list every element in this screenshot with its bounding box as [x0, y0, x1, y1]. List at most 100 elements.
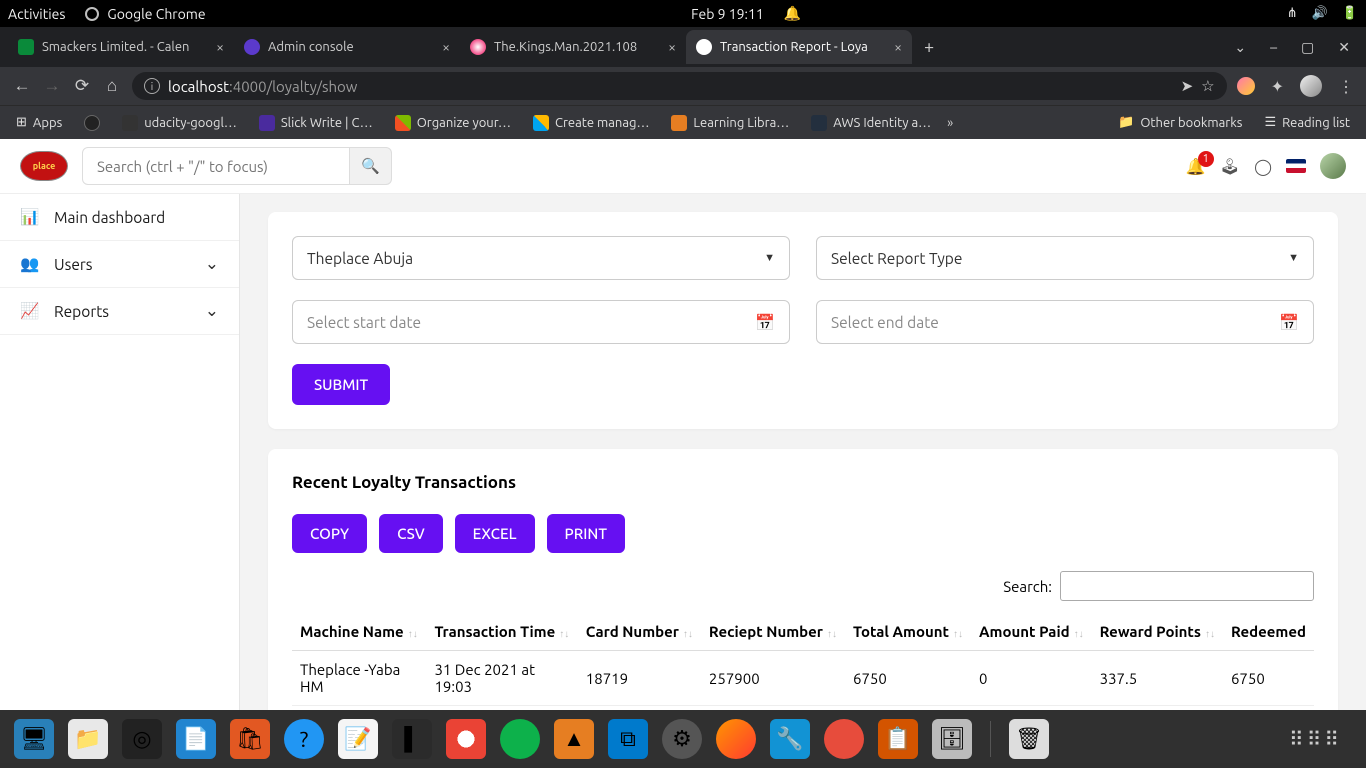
- minimize-button[interactable]: –: [1270, 39, 1277, 56]
- col-points[interactable]: Reward Points↑↓: [1092, 613, 1223, 651]
- extensions-puzzle-icon[interactable]: ✦: [1271, 77, 1284, 96]
- dock-app-green[interactable]: [500, 719, 540, 759]
- transactions-card: Recent Loyalty Transactions COPY CSV EXC…: [268, 449, 1338, 710]
- dock-trash[interactable]: 🗑: [1009, 719, 1049, 759]
- dock-chrome[interactable]: [446, 719, 486, 759]
- calendar-icon: 📅: [755, 313, 775, 332]
- apps-shortcut[interactable]: ⊞ Apps: [10, 111, 68, 134]
- sidebar-item-reports[interactable]: 📈 Reports ⌄: [0, 288, 239, 335]
- github-icon[interactable]: ◯: [1254, 157, 1272, 176]
- maximize-button[interactable]: ▢: [1301, 39, 1314, 56]
- tab-kings-man[interactable]: The.Kings.Man.2021.108 ×: [460, 30, 686, 64]
- close-window-button[interactable]: ✕: [1338, 39, 1350, 56]
- video-icon: [470, 39, 486, 55]
- notifications-button[interactable]: 🔔 1: [1186, 157, 1206, 176]
- dock-vscode[interactable]: ⧉: [608, 719, 648, 759]
- dock-files[interactable]: 📁: [68, 719, 108, 759]
- col-time[interactable]: Transaction Time↑↓: [426, 613, 577, 651]
- reading-list[interactable]: ☰Reading list: [1258, 111, 1356, 134]
- reload-button[interactable]: ⟳: [72, 76, 92, 96]
- bookmarks-overflow-icon[interactable]: »: [947, 116, 953, 130]
- brand-logo[interactable]: place: [20, 151, 68, 181]
- dock-settings[interactable]: ⚙: [662, 719, 702, 759]
- tab-smackers[interactable]: Smackers Limited. - Calen ×: [8, 30, 234, 64]
- col-machine[interactable]: Machine Name↑↓: [292, 613, 426, 651]
- col-total[interactable]: Total Amount↑↓: [845, 613, 971, 651]
- profile-avatar[interactable]: [1300, 75, 1322, 97]
- report-type-select[interactable]: Select Report Type ▼: [816, 236, 1314, 280]
- dock-firefox[interactable]: [716, 719, 756, 759]
- bookmark-organize[interactable]: Organize your…: [389, 111, 517, 135]
- bookmark-udacity[interactable]: udacity-googl…: [116, 111, 243, 135]
- bookmark-slickwrite[interactable]: Slick Write | C…: [253, 111, 379, 135]
- joystick-icon[interactable]: 🕹: [1220, 157, 1240, 176]
- home-button[interactable]: ⌂: [102, 76, 122, 96]
- dock-show-applications[interactable]: ⠿⠿⠿: [1289, 727, 1352, 751]
- tab-transaction-report[interactable]: Transaction Report - Loya ×: [686, 30, 912, 64]
- excel-button[interactable]: EXCEL: [455, 514, 535, 553]
- new-tab-button[interactable]: +: [912, 37, 946, 57]
- dock-show-desktop[interactable]: 🖥: [14, 719, 54, 759]
- dock-terminal[interactable]: ▌: [392, 719, 432, 759]
- address-bar[interactable]: i localhost:4000/loyalty/show ➤ ☆: [132, 72, 1227, 100]
- bookmark-star-icon[interactable]: ☆: [1201, 77, 1214, 95]
- dock-help[interactable]: ?: [284, 719, 324, 759]
- chrome-menu-icon[interactable]: ⋮: [1338, 77, 1354, 96]
- activities-button[interactable]: Activities: [8, 6, 65, 22]
- csv-button[interactable]: CSV: [379, 514, 443, 553]
- dock-vlc[interactable]: ▲: [554, 719, 594, 759]
- main-content: Theplace Abuja ▼ Select Report Type ▼: [240, 194, 1366, 710]
- dock-archive[interactable]: 🗄: [932, 719, 972, 759]
- battery-icon[interactable]: 🔋: [1342, 6, 1358, 21]
- dock-app-orange[interactable]: 📋: [878, 719, 918, 759]
- notifications-icon[interactable]: 🔔: [784, 5, 801, 22]
- submit-button[interactable]: SUBMIT: [292, 364, 390, 405]
- close-icon[interactable]: ×: [894, 39, 902, 55]
- col-paid[interactable]: Amount Paid↑↓: [971, 613, 1092, 651]
- volume-icon[interactable]: 🔊: [1312, 6, 1328, 21]
- window-controls: ⌄ – ▢ ✕: [1234, 39, 1366, 56]
- table-search-input[interactable]: [1060, 571, 1314, 601]
- send-icon[interactable]: ➤: [1181, 77, 1194, 95]
- col-redeemed[interactable]: Redeemed: [1223, 613, 1314, 651]
- extension-icon[interactable]: [1237, 77, 1255, 95]
- close-icon[interactable]: ×: [668, 39, 676, 55]
- back-button[interactable]: ←: [12, 76, 32, 96]
- tab-dropdown-icon[interactable]: ⌄: [1234, 39, 1246, 56]
- search-icon: 🔍: [361, 157, 380, 175]
- sidebar-item-dashboard[interactable]: 📊 Main dashboard: [0, 194, 239, 241]
- clock[interactable]: Feb 9 19:11: [691, 6, 764, 22]
- location-select[interactable]: Theplace Abuja ▼: [292, 236, 790, 280]
- tab-admin-console[interactable]: Admin console ×: [234, 30, 460, 64]
- dock-software[interactable]: 🛍: [230, 719, 270, 759]
- print-button[interactable]: PRINT: [547, 514, 625, 553]
- bookmark-create[interactable]: Create manag…: [527, 111, 655, 135]
- user-avatar[interactable]: [1320, 153, 1346, 179]
- copy-button[interactable]: COPY: [292, 514, 367, 553]
- search-input[interactable]: [82, 147, 350, 185]
- dock-libreoffice[interactable]: 📄: [176, 719, 216, 759]
- dock-text-editor[interactable]: 📝: [338, 719, 378, 759]
- dock-app-blue[interactable]: 🔧: [770, 719, 810, 759]
- apps-grid-icon: ⊞: [16, 115, 27, 130]
- start-date-input[interactable]: Select start date 📅: [292, 300, 790, 344]
- other-bookmarks[interactable]: 📁Other bookmarks: [1112, 111, 1248, 134]
- site-info-icon[interactable]: i: [144, 78, 160, 94]
- bookmarks-bar: ⊞ Apps udacity-googl… Slick Write | C… O…: [0, 105, 1366, 139]
- active-app-indicator[interactable]: Google Chrome: [85, 6, 205, 22]
- col-receipt[interactable]: Reciept Number↑↓: [701, 613, 845, 651]
- language-flag-uk[interactable]: [1286, 159, 1306, 173]
- close-icon[interactable]: ×: [216, 39, 224, 55]
- bookmark-globe[interactable]: [78, 111, 106, 135]
- dock-rhythmbox[interactable]: ◎: [122, 719, 162, 759]
- bookmark-aws[interactable]: AWS Identity a…: [805, 111, 937, 135]
- page-content: place 🔍 🔔 1 🕹 ◯ 📊 Main dashboard 👥 Users: [0, 139, 1366, 710]
- dock-app-red[interactable]: [824, 719, 864, 759]
- search-button[interactable]: 🔍: [350, 147, 392, 185]
- close-icon[interactable]: ×: [442, 39, 450, 55]
- end-date-input[interactable]: Select end date 📅: [816, 300, 1314, 344]
- network-icon[interactable]: ⋔: [1287, 6, 1298, 21]
- col-card[interactable]: Card Number↑↓: [578, 613, 701, 651]
- bookmark-learning[interactable]: Learning Libra…: [665, 111, 795, 135]
- sidebar-item-users[interactable]: 👥 Users ⌄: [0, 241, 239, 288]
